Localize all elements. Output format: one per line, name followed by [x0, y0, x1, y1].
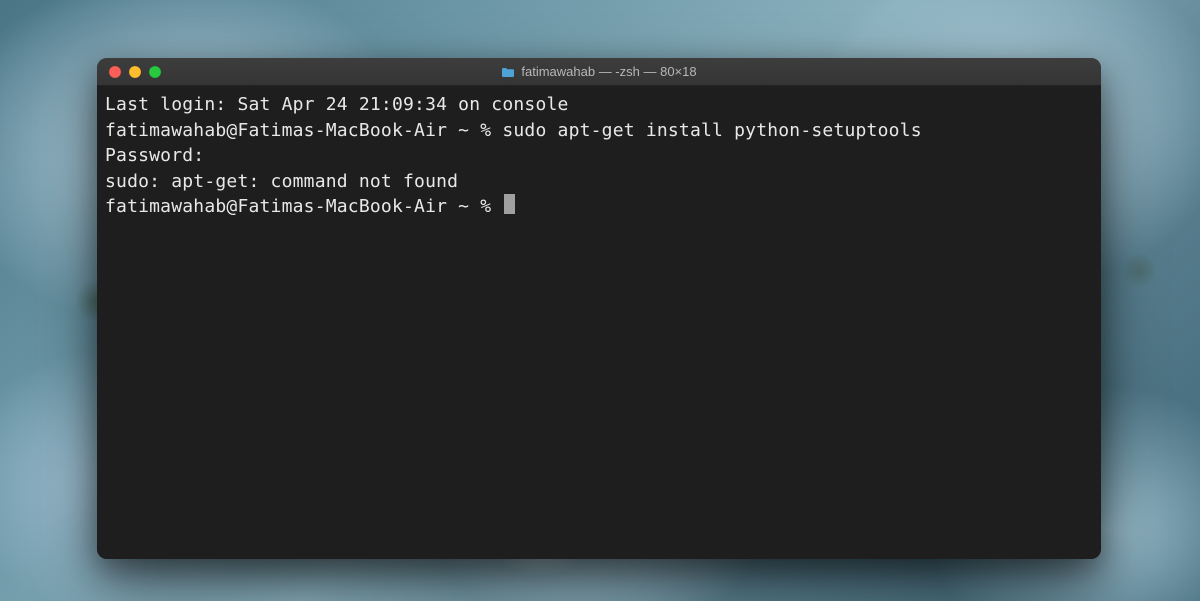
maximize-button[interactable] — [149, 66, 161, 78]
terminal-prompt-line: fatimawahab@Fatimas-MacBook-Air ~ % — [105, 194, 1093, 220]
terminal-prompt-line: fatimawahab@Fatimas-MacBook-Air ~ % sudo… — [105, 118, 1093, 144]
cursor-icon — [504, 194, 515, 214]
terminal-window: fatimawahab — -zsh — 80×18 Last login: S… — [97, 58, 1101, 559]
terminal-output-line: sudo: apt-get: command not found — [105, 169, 1093, 195]
traffic-light-group — [97, 66, 161, 78]
window-titlebar[interactable]: fatimawahab — -zsh — 80×18 — [97, 58, 1101, 86]
minimize-button[interactable] — [129, 66, 141, 78]
terminal-output-line: Last login: Sat Apr 24 21:09:34 on conso… — [105, 92, 1093, 118]
terminal-output-line: Password: — [105, 143, 1093, 169]
folder-icon — [501, 66, 515, 77]
shell-prompt: fatimawahab@Fatimas-MacBook-Air ~ % — [105, 120, 502, 141]
shell-prompt: fatimawahab@Fatimas-MacBook-Air ~ % — [105, 196, 502, 217]
shell-command: sudo apt-get install python-setuptools — [502, 120, 921, 141]
terminal-content[interactable]: Last login: Sat Apr 24 21:09:34 on conso… — [97, 86, 1101, 559]
window-title-text: fatimawahab — -zsh — 80×18 — [521, 64, 696, 79]
window-title: fatimawahab — -zsh — 80×18 — [97, 64, 1101, 79]
close-button[interactable] — [109, 66, 121, 78]
